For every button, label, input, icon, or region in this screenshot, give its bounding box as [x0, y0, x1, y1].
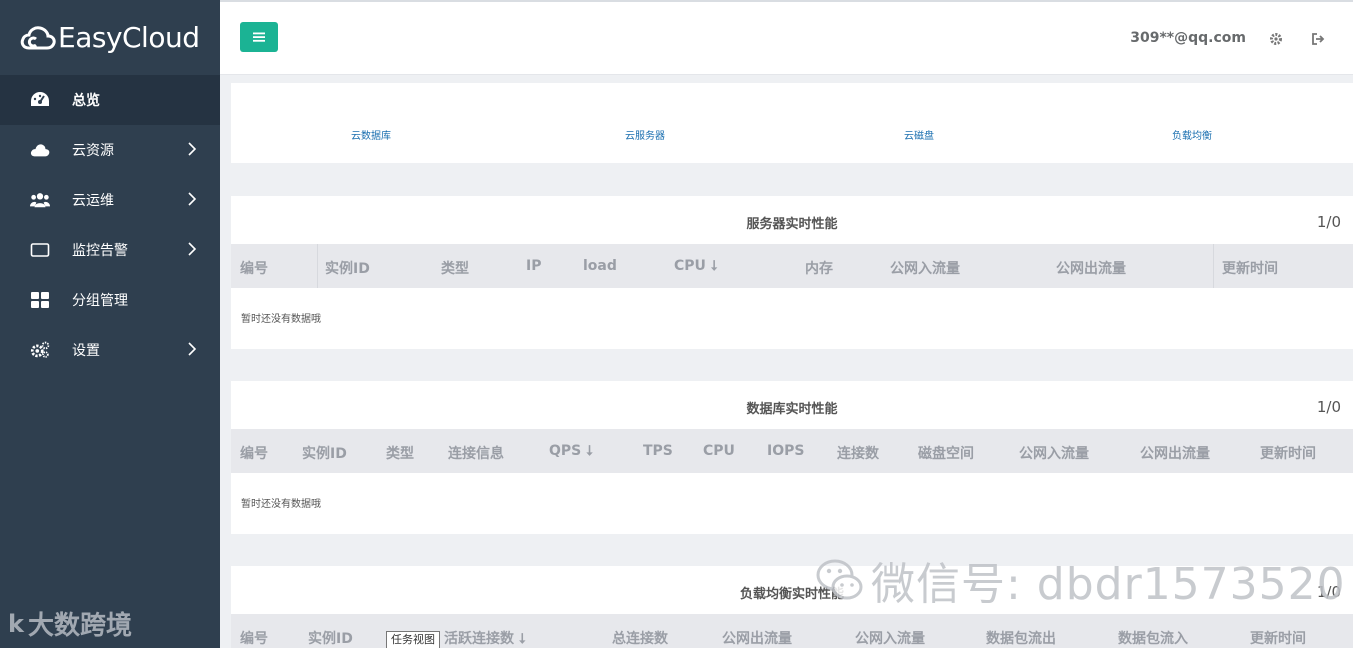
column-header[interactable]: 更新时间	[1260, 443, 1316, 463]
column-header[interactable]: 总连接数	[612, 628, 668, 648]
sidebar-item-group-management[interactable]: 分组管理	[0, 275, 220, 325]
chevron-right-icon	[188, 142, 197, 156]
column-header[interactable]: 实例ID	[308, 628, 353, 648]
sidebar-item-label: 总览	[72, 93, 100, 109]
column-header[interactable]: 编号	[240, 443, 268, 463]
chevron-right-icon	[188, 192, 197, 206]
column-header[interactable]: 实例ID	[325, 258, 370, 278]
column-header[interactable]: 公网出流量	[1140, 443, 1210, 463]
sidebar-item-settings[interactable]: 设置	[0, 325, 220, 375]
sidebar-item-label: 设置	[72, 343, 100, 359]
column-header[interactable]: 内存	[805, 258, 833, 278]
column-divider	[1213, 244, 1214, 288]
sidebar: EasyCloud 总览 云资源 云运维 监控告警 分组管理 设置 k 大数跨境	[0, 0, 220, 648]
column-header[interactable]: 更新时间	[1222, 258, 1278, 278]
column-header[interactable]: 公网入流量	[855, 628, 925, 648]
panel-title: 服务器实时性能	[746, 217, 838, 232]
chevron-right-icon	[188, 242, 197, 256]
column-header[interactable]: 数据包流出	[986, 628, 1056, 648]
cloud-logo-icon	[20, 25, 56, 49]
column-header[interactable]: 数据包流入	[1118, 628, 1188, 648]
column-header[interactable]: 类型	[386, 443, 414, 463]
hamburger-icon	[253, 32, 265, 42]
sidebar-item-label: 云资源	[72, 143, 114, 159]
database-performance-panel: 数据库实时性能 1/0 编号 实例ID 类型 连接信息 QPS ⭣ TPS CP…	[231, 381, 1353, 534]
quick-link-cloud-database[interactable]: 云数据库	[351, 127, 391, 142]
wechat-watermark-text: 微信号: dbdr1573520	[871, 559, 1346, 610]
quick-link-load-balancer[interactable]: 负载均衡	[1172, 127, 1212, 142]
column-header[interactable]: 编号	[240, 628, 268, 648]
brand-watermark-logo: k	[8, 609, 24, 638]
server-performance-panel: 服务器实时性能 1/0 编号 实例ID 类型 IP load CPU ⭣ 内存 …	[231, 196, 1353, 349]
panel-title: 数据库实时性能	[746, 402, 838, 417]
column-header[interactable]: 磁盘空间	[918, 443, 974, 463]
column-header[interactable]: 实例ID	[302, 443, 347, 463]
quick-links-panel: 云数据库 云服务器 云磁盘 负载均衡	[231, 83, 1353, 163]
dashboard-icon	[30, 90, 50, 110]
wechat-icon	[816, 559, 863, 600]
column-header[interactable]: 公网出流量	[722, 628, 792, 648]
sidebar-item-cloud-ops[interactable]: 云运维	[0, 175, 220, 225]
users-icon	[30, 190, 50, 210]
column-header-sortable[interactable]: 活跃连接数 ⭣	[444, 628, 525, 648]
column-header[interactable]: TPS	[643, 443, 673, 459]
column-header-sortable[interactable]: QPS ⭣	[549, 443, 593, 459]
settings-gear-icon[interactable]	[1269, 31, 1283, 50]
quick-link-cloud-server[interactable]: 云服务器	[625, 127, 665, 142]
cloud-icon	[30, 140, 50, 160]
grid-icon	[30, 290, 50, 310]
sidebar-item-overview[interactable]: 总览	[0, 75, 220, 125]
brand-watermark-text: 大数跨境	[27, 611, 132, 641]
table-header: 编号 实例ID 类型 IP load CPU ⭣ 内存 公网入流量 公网出流量 …	[231, 244, 1353, 288]
logout-icon[interactable]	[1311, 31, 1325, 50]
app-logo[interactable]: EasyCloud	[0, 0, 220, 75]
menu-toggle-button[interactable]	[240, 22, 278, 52]
top-header: 309**@qq.com	[220, 2, 1353, 75]
column-header[interactable]: CPU	[703, 443, 735, 459]
gears-icon	[30, 340, 50, 360]
column-header[interactable]: IOPS	[767, 443, 804, 459]
column-header[interactable]: 公网入流量	[1019, 443, 1089, 463]
column-header[interactable]: 类型	[441, 258, 469, 278]
task-view-tooltip: 任务视图	[386, 631, 440, 648]
sidebar-item-cloud-resources[interactable]: 云资源	[0, 125, 220, 175]
column-header-sortable[interactable]: CPU ⭣	[674, 258, 717, 274]
sidebar-item-label: 监控告警	[72, 243, 128, 259]
column-header[interactable]: 编号	[240, 258, 268, 278]
pagination-indicator: 1/0	[1316, 213, 1341, 231]
column-header[interactable]: 连接信息	[448, 443, 504, 463]
brand-watermark: k 大数跨境	[8, 605, 132, 642]
sidebar-item-label: 云运维	[72, 193, 114, 209]
chevron-right-icon	[188, 342, 197, 356]
column-header[interactable]: 公网入流量	[890, 258, 960, 278]
empty-state-text: 暂时还没有数据哦	[241, 314, 321, 325]
column-divider	[317, 244, 318, 288]
column-header[interactable]: load	[583, 258, 617, 274]
table-header: 编号 实例ID 类型 连接信息 QPS ⭣ TPS CPU IOPS 连接数 磁…	[231, 429, 1353, 473]
column-header[interactable]: IP	[526, 258, 541, 274]
monitor-icon	[30, 240, 50, 260]
user-email[interactable]: 309**@qq.com	[1130, 30, 1246, 46]
sidebar-item-monitoring[interactable]: 监控告警	[0, 225, 220, 275]
quick-link-cloud-disk[interactable]: 云磁盘	[904, 127, 934, 142]
empty-state-text: 暂时还没有数据哦	[241, 499, 321, 510]
column-header[interactable]: 连接数	[837, 443, 879, 463]
sidebar-item-label: 分组管理	[72, 293, 128, 309]
column-header[interactable]: 更新时间	[1250, 628, 1306, 648]
column-header[interactable]: 公网出流量	[1056, 258, 1126, 278]
pagination-indicator: 1/0	[1316, 398, 1341, 416]
wechat-watermark: 微信号: dbdr1573520	[815, 548, 1346, 612]
app-name: EasyCloud	[58, 21, 200, 54]
